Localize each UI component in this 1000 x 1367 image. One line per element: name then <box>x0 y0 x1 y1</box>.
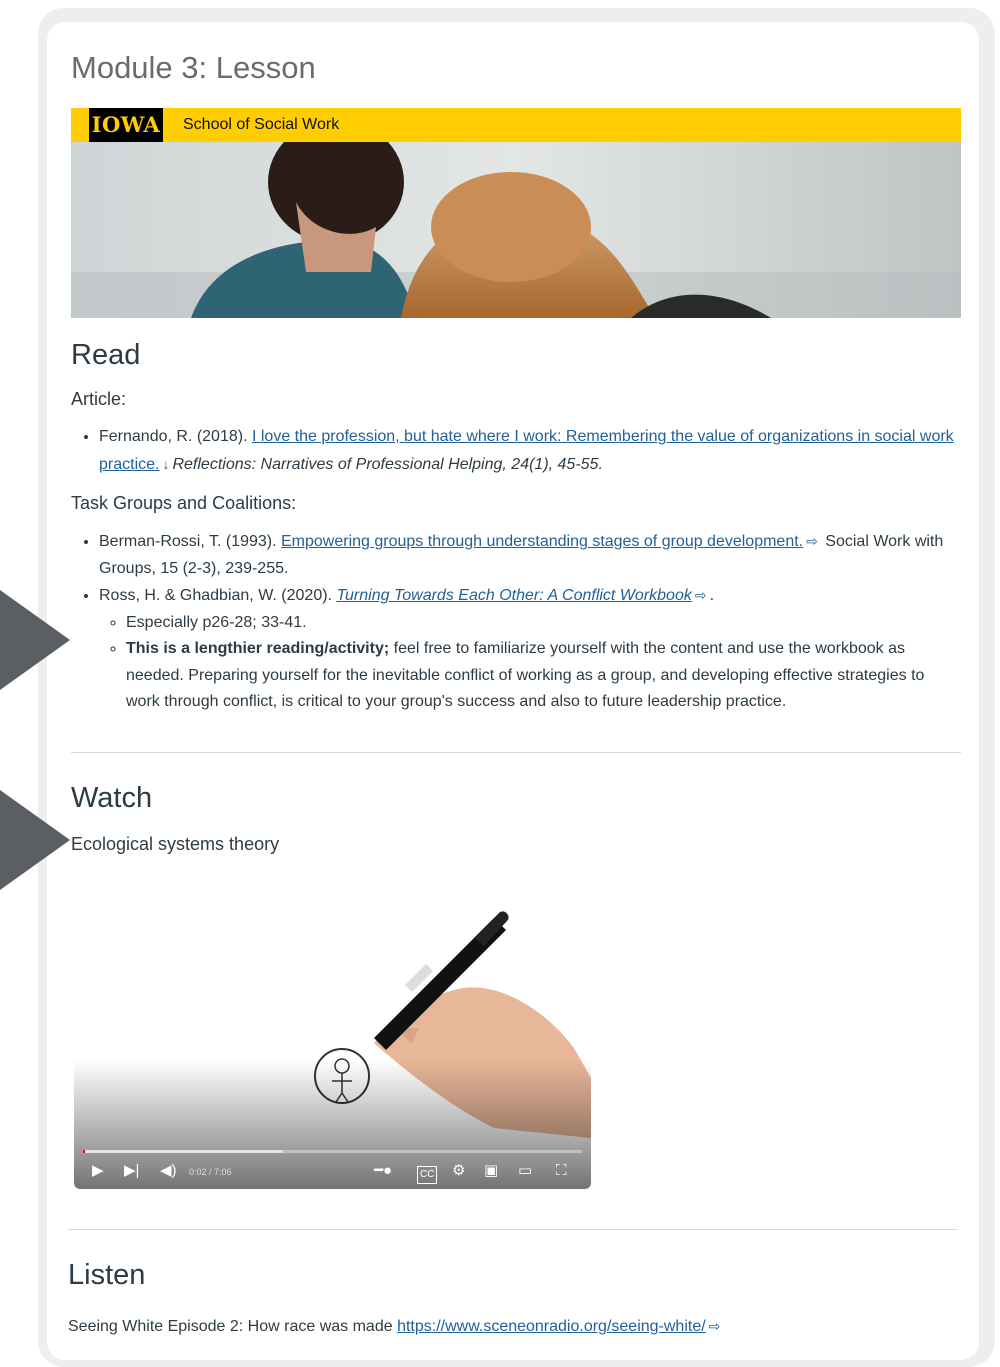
video-time: 0:02 / 7:06 <box>189 1167 232 1177</box>
workbook-notes: Especially p26-28; 33-41. This is a leng… <box>99 610 961 716</box>
iowa-logo: IOWA <box>89 108 163 142</box>
external-link-icon[interactable]: ⇨ <box>806 528 818 555</box>
page-title: Module 3: Lesson <box>71 50 316 85</box>
fullscreen-icon[interactable]: ⛶ <box>556 1163 567 1179</box>
pointer-arrow-read <box>0 590 70 690</box>
settings-gear-icon[interactable]: ⚙ <box>452 1163 465 1179</box>
list-item: Fernando, R. (2018). I love the professi… <box>99 424 961 478</box>
divider <box>68 1229 958 1230</box>
reference-punct: . <box>709 587 715 604</box>
banner-bar: IOWA School of Social Work <box>71 108 961 142</box>
divider <box>71 751 961 753</box>
reference-text: Berman-Rossi, T. (1993). <box>99 533 281 550</box>
theater-mode-icon[interactable]: ▭ <box>518 1163 532 1179</box>
article-list: Fernando, R. (2018). I love the professi… <box>71 424 961 478</box>
note-item: Especially p26-28; 33-41. <box>126 610 961 637</box>
podcast-link[interactable]: https://www.sceneonradio.org/seeing-whit… <box>397 1318 706 1335</box>
section-heading-read: Read <box>71 339 141 371</box>
volume-icon[interactable]: ◀) <box>160 1163 177 1179</box>
lesson-content: Module 3: Lesson IOWA School of Social W… <box>71 38 961 855</box>
list-item: Berman-Rossi, T. (1993). Empowering grou… <box>99 528 961 582</box>
empowering-groups-link[interactable]: Empowering groups through understanding … <box>281 533 803 550</box>
video-progress-fill <box>83 1150 86 1153</box>
section-heading-watch: Watch <box>71 781 153 814</box>
note-emphasis: This is a lengthier reading/activity; <box>126 640 390 657</box>
reference-source: Reflections: Narratives of Professional … <box>172 455 603 473</box>
play-icon[interactable]: ▶ <box>92 1163 104 1179</box>
reference-text: Fernando, R. (2018). <box>99 428 252 445</box>
video-player[interactable]: ▶ ▶| ◀) 0:02 / 7:06 ━● CC ⚙ ▣ ▭ ⛶ <box>74 878 591 1189</box>
banner-photo <box>71 142 961 318</box>
video-controls-shade <box>74 1059 591 1189</box>
conflict-workbook-link[interactable]: Turning Towards Each Other: A Conflict W… <box>336 587 691 604</box>
listen-line: Seeing White Episode 2: How race was mad… <box>68 1318 723 1336</box>
banner: IOWA School of Social Work <box>71 108 961 318</box>
next-icon[interactable]: ▶| <box>124 1163 139 1179</box>
section-heading-listen: Listen <box>68 1259 146 1291</box>
video-progress-bar[interactable] <box>83 1150 582 1153</box>
video-title: Ecological systems theory <box>71 833 280 854</box>
task-groups-label: Task Groups and Coalitions: <box>71 493 297 513</box>
pointer-arrow-watch <box>0 790 70 890</box>
external-link-icon[interactable]: ⇨ <box>709 1318 721 1335</box>
banner-subtitle: School of Social Work <box>183 116 340 133</box>
list-item: Ross, H. & Ghadbian, W. (2020). Turning … <box>99 582 961 716</box>
podcast-title: Seeing White Episode 2: How race was mad… <box>68 1318 398 1335</box>
miniplayer-icon[interactable]: ▣ <box>484 1163 498 1179</box>
reference-text: Ross, H. & Ghadbian, W. (2020). <box>99 587 337 604</box>
task-groups-list: Berman-Rossi, T. (1993). Empowering grou… <box>71 528 961 716</box>
autoplay-toggle-icon[interactable]: ━● <box>374 1163 392 1179</box>
note-item: This is a lengthier reading/activity; fe… <box>126 636 961 716</box>
captions-icon[interactable]: CC <box>417 1166 438 1184</box>
download-icon[interactable]: ↓ <box>162 451 169 478</box>
article-label: Article: <box>71 389 127 409</box>
external-link-icon[interactable]: ⇨ <box>695 582 707 609</box>
video-buffer-fill <box>83 1150 283 1153</box>
